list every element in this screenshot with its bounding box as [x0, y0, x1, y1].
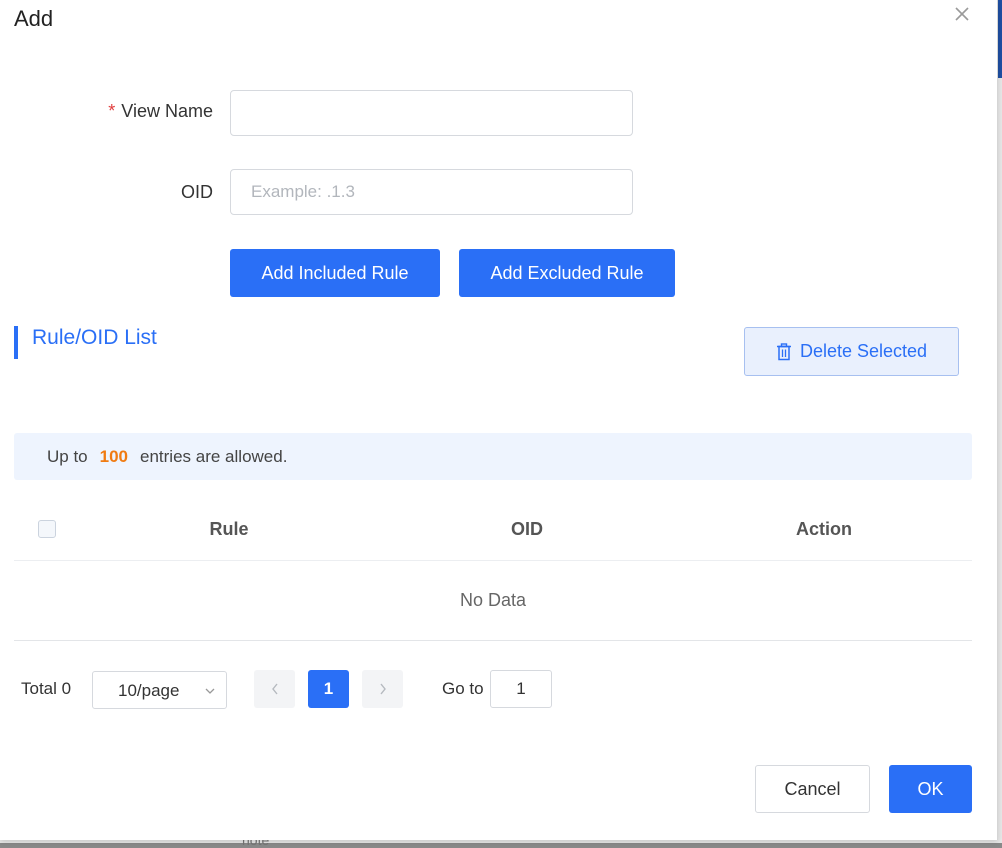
required-mark: * — [108, 101, 116, 121]
column-header-rule[interactable]: Rule — [129, 519, 329, 540]
close-icon[interactable] — [951, 3, 973, 25]
column-header-action: Action — [796, 519, 852, 539]
notice-count: 100 — [99, 446, 129, 466]
view-name-input[interactable] — [230, 90, 633, 136]
table-header: Rule OID Action — [14, 500, 972, 561]
delete-selected-button[interactable]: Delete Selected — [744, 327, 959, 376]
chevron-right-icon — [379, 683, 386, 695]
notice-prefix: Up to — [47, 446, 88, 466]
page-button-current[interactable]: 1 — [308, 670, 349, 708]
delete-selected-label: Delete Selected — [799, 341, 928, 361]
chevron-down-icon — [205, 688, 215, 694]
table-empty-row: No Data — [14, 560, 972, 641]
view-name-label: * View Name — [108, 101, 213, 122]
prev-page-button[interactable] — [254, 670, 295, 708]
chevron-left-icon — [271, 683, 278, 695]
add-view-dialog: Add *View Name OID Add Included Rule Add… — [0, 0, 998, 840]
section-accent-bar — [14, 326, 18, 359]
column-header-oid[interactable]: OID — [427, 519, 627, 540]
section-title: Rule/OID List — [32, 326, 157, 349]
entry-limit-notice: Up to 100 entries are allowed. — [14, 433, 972, 480]
page-size-value: 10/page — [118, 681, 180, 700]
oid-label: OID — [180, 182, 213, 202]
notice-suffix: entries are allowed. — [140, 446, 288, 466]
trash-icon — [776, 342, 791, 360]
cancel-button[interactable]: Cancel — [755, 765, 870, 813]
ok-button[interactable]: OK — [889, 765, 972, 813]
pagination-total: Total 0 — [21, 679, 72, 698]
goto-page-input[interactable] — [490, 670, 552, 708]
next-page-button[interactable] — [362, 670, 403, 708]
goto-label: Go to — [442, 679, 484, 698]
view-name-label-text: View Name — [121, 101, 213, 121]
oid-input[interactable] — [230, 169, 633, 215]
add-included-rule-button[interactable]: Add Included Rule — [230, 249, 440, 297]
empty-text: No Data — [459, 589, 527, 610]
add-excluded-rule-button[interactable]: Add Excluded Rule — [459, 249, 675, 297]
select-all-checkbox[interactable] — [38, 520, 56, 538]
page-size-select[interactable]: 10/page — [92, 671, 227, 709]
dialog-title: Add — [14, 6, 54, 31]
